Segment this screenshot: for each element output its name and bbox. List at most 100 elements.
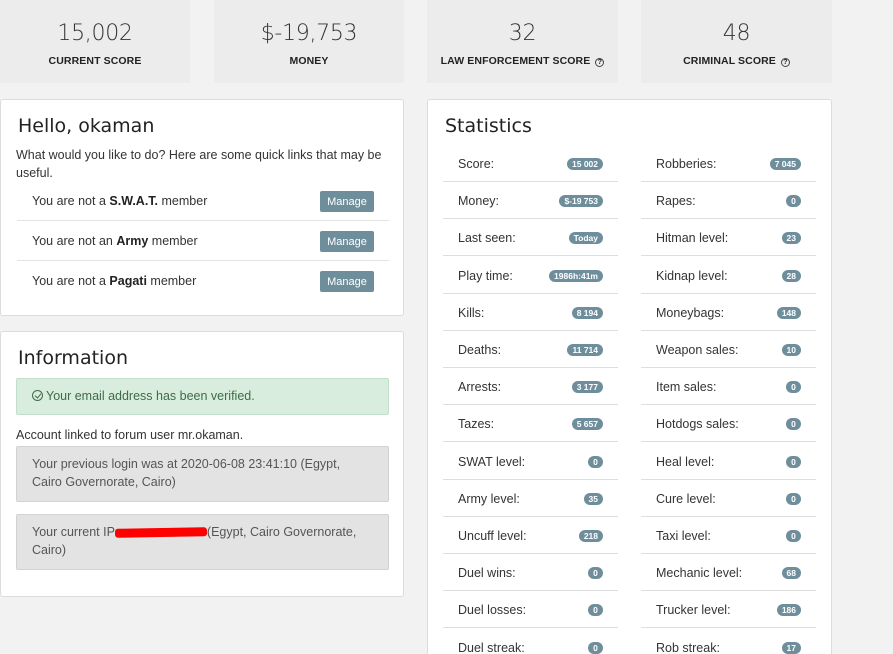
statistic-label: Army level:	[458, 491, 520, 506]
membership-text: You are not an Army member	[32, 234, 198, 248]
statistic-value-badge: 1986h:41m	[549, 269, 603, 282]
statistic-label: Duel streak:	[458, 640, 525, 654]
stat-value: 15,002	[57, 21, 133, 46]
help-icon[interactable]: ?	[595, 58, 605, 67]
statistic-label: Kills:	[458, 305, 485, 320]
statistic-label: Heal level:	[656, 454, 715, 469]
statistic-value-badge: 17	[781, 641, 801, 654]
stat-label: CRIMINAL SCORE ?	[641, 55, 832, 67]
email-verified-alert: Your email address has been verified.	[16, 378, 389, 415]
statistic-row: Rob streak: 17	[641, 629, 816, 654]
statistic-label: Rob streak:	[656, 640, 720, 654]
statistic-row: Kidnap level: 28	[641, 257, 816, 294]
membership-row-army: You are not an Army member Manage	[17, 221, 389, 261]
stat-card-money: $-19,753 MONEY	[214, 0, 404, 83]
membership-suffix: member	[161, 194, 208, 208]
manage-pagati-button[interactable]: Manage	[320, 271, 374, 292]
statistic-value-badge: 15 002	[567, 158, 603, 170]
redaction-mark	[115, 527, 207, 539]
statistic-value-badge: 0	[786, 530, 801, 542]
manage-swat-button[interactable]: Manage	[320, 191, 374, 212]
membership-text: You are not a Pagati member	[32, 274, 196, 288]
statistic-row: Robberies: 7 045	[641, 145, 816, 182]
statistic-value-badge: 0	[786, 455, 801, 468]
statistic-row: Money: $-19 753	[443, 182, 618, 220]
statistic-value-badge: 35	[583, 492, 603, 505]
statistic-label: Play time:	[458, 268, 513, 283]
membership-row-pagati: You are not a Pagati member Manage	[17, 261, 389, 301]
statistic-value-badge: 0	[786, 195, 801, 208]
statistic-row: Duel streak: 0	[443, 629, 618, 654]
hello-panel: Hello, okaman What would you like to do?…	[0, 99, 404, 316]
statistic-row: Weapon sales: 10	[641, 331, 816, 368]
statistic-label: Robberies:	[656, 157, 717, 171]
manage-army-button[interactable]: Manage	[320, 231, 374, 252]
statistic-label: Kidnap level:	[656, 268, 728, 283]
statistic-value-badge: 8 194	[571, 306, 603, 319]
statistic-value-badge: 7 045	[769, 158, 801, 170]
statistic-row: Uncuff level: 218	[443, 517, 618, 554]
stat-value: 32	[508, 21, 537, 46]
statistic-value-badge: 148	[776, 306, 801, 319]
statistic-label: Taxi level:	[656, 529, 711, 543]
statistic-label: Duel wins:	[458, 566, 516, 581]
statistic-label: Rapes:	[656, 194, 696, 209]
stat-card-law-score: 32 LAW ENFORCEMENT SCORE ?	[427, 0, 618, 83]
statistic-value-badge: 10	[781, 344, 801, 356]
statistic-value-badge: 28	[781, 269, 801, 282]
statistic-row: Deaths: 11 714	[443, 331, 618, 368]
statistic-row: Hitman level: 23	[641, 219, 816, 257]
statistic-label: Hotdogs sales:	[656, 417, 739, 432]
statistic-row: Trucker level: 186	[641, 591, 816, 629]
hello-title: Hello, okaman	[18, 115, 155, 137]
stat-label-text: LAW ENFORCEMENT SCORE	[440, 55, 591, 67]
hello-intro: What would you like to do? Here are some…	[16, 148, 382, 180]
statistics-title: Statistics	[445, 115, 532, 137]
forum-link-text: Account linked to forum user mr.okaman.	[16, 428, 244, 442]
statistic-row: Hotdogs sales: 0	[641, 405, 816, 443]
statistic-row: Kills: 8 194	[443, 294, 618, 331]
help-icon[interactable]: ?	[780, 58, 790, 67]
membership-prefix: You are not a	[32, 194, 106, 208]
membership-group: Pagati	[109, 274, 147, 288]
statistic-label: Mechanic level:	[656, 566, 743, 581]
statistic-row: Item sales: 0	[641, 368, 816, 406]
statistic-label: Uncuff level:	[458, 529, 527, 543]
statistic-value-badge: 218	[578, 530, 603, 542]
statistic-label: Duel losses:	[458, 603, 527, 618]
statistic-label: Item sales:	[656, 380, 717, 395]
stat-value: $-19,753	[260, 21, 358, 46]
statistic-label: Last seen:	[458, 231, 516, 246]
statistic-row: Arrests: 3 177	[443, 368, 618, 406]
stat-label-text: CRIMINAL SCORE	[683, 55, 776, 67]
stat-label: CURRENT SCORE	[48, 55, 142, 67]
statistic-label: SWAT level:	[458, 454, 526, 469]
membership-suffix: member	[150, 274, 197, 288]
statistic-row: SWAT level: 0	[443, 443, 618, 480]
previous-login-text: Your previous login was at 2020-06-08 23…	[32, 457, 341, 489]
statistic-row: Score: 15 002	[443, 145, 618, 182]
information-title: Information	[18, 347, 128, 369]
current-ip-prefix: Your current IP	[32, 525, 115, 539]
membership-group: S.W.A.T.	[109, 194, 159, 208]
statistic-row: Tazes: 5 657	[443, 405, 618, 443]
check-circle-icon	[32, 390, 43, 401]
statistic-row: Heal level: 0	[641, 443, 816, 480]
statistic-row: Taxi level: 0	[641, 517, 816, 554]
stat-value: 48	[722, 21, 751, 46]
statistic-value-badge: Today	[568, 232, 603, 245]
statistic-value-badge: 0	[588, 604, 603, 617]
statistic-row: Rapes: 0	[641, 182, 816, 220]
statistic-label: Trucker level:	[656, 603, 731, 618]
statistic-value-badge: 0	[786, 492, 801, 505]
membership-suffix: member	[151, 234, 198, 248]
statistic-value-badge: 186	[776, 604, 801, 617]
membership-text: You are not a S.W.A.T. member	[32, 194, 207, 208]
statistic-label: Deaths:	[458, 343, 502, 357]
membership-prefix: You are not a	[32, 274, 106, 288]
stat-label: MONEY	[289, 55, 329, 67]
statistic-row: Cure level: 0	[641, 480, 816, 517]
information-panel: Information Your email address has been …	[0, 331, 404, 597]
statistic-label: Weapon sales:	[656, 343, 739, 357]
statistic-label: Arrests:	[458, 380, 502, 395]
